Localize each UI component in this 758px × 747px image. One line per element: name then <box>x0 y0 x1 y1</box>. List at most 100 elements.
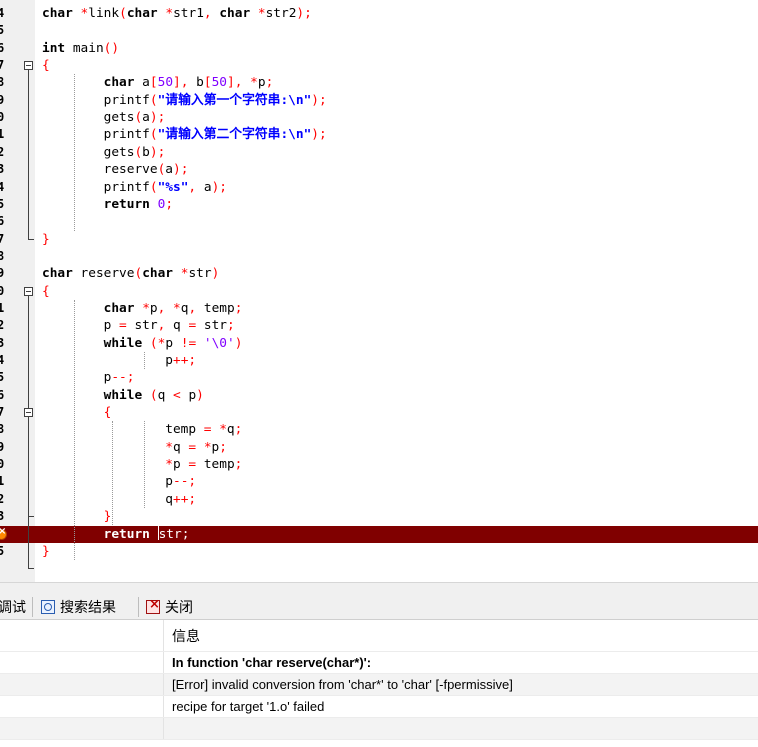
code-line[interactable]: 4 char *link(char *str1, char *str2); <box>0 5 758 22</box>
code-line[interactable]: 8 char a[50], b[50], *p; <box>0 74 758 91</box>
code-line[interactable]: 3 reserve(a); <box>0 161 758 178</box>
code-text: gets(b); <box>42 144 166 161</box>
code-token: ); <box>296 6 312 21</box>
error-marker-icon[interactable] <box>0 526 7 540</box>
tab-search-results[interactable]: 搜索结果 <box>41 594 116 619</box>
code-editor[interactable]: 4 char *link(char *str1, char *str2); 5 6 in… <box>0 0 758 582</box>
code-token: str <box>126 318 158 334</box>
code-text: *q = *p; <box>42 439 227 456</box>
code-line[interactable]: 5 p--; <box>0 369 758 386</box>
fold-toggle-icon[interactable] <box>24 286 33 296</box>
code-line[interactable]: 9 printf("请输入第一个字符串:\n"); <box>0 92 758 109</box>
code-line[interactable]: 5 <box>0 22 758 39</box>
code-token: char <box>42 6 73 21</box>
code-token: ); <box>311 127 327 143</box>
code-text: { <box>42 57 50 74</box>
code-line[interactable]: 5 return 0; <box>0 196 758 213</box>
code-text: } <box>42 508 112 525</box>
code-text: return 0; <box>42 196 173 213</box>
code-line[interactable]: 8 <box>0 248 758 265</box>
tab-close[interactable]: 关闭 <box>146 594 193 619</box>
code-token: { <box>42 58 50 74</box>
code-line[interactable]: 4 p++; <box>0 352 758 369</box>
code-token: ( <box>119 6 127 21</box>
code-token: ; <box>234 457 243 473</box>
code-line[interactable]: 3 while (*p != '\0') <box>0 335 758 352</box>
error-highlighted-line[interactable]: return str; <box>0 525 758 543</box>
code-text: temp = *q; <box>42 421 242 438</box>
code-text: int main() <box>42 40 119 57</box>
message-text: [Error] invalid conversion from 'char*' … <box>172 677 513 692</box>
code-line[interactable]: 0 gets(a); <box>0 109 758 126</box>
code-line[interactable]: 7 { <box>0 404 758 421</box>
code-line[interactable]: 9 *q = *p; <box>0 439 758 456</box>
message-row-left-cell <box>0 718 164 739</box>
code-token: char <box>219 6 251 21</box>
code-token: ) <box>234 335 243 351</box>
message-row[interactable] <box>0 718 758 740</box>
line-number: 3 <box>0 335 5 350</box>
panel-splitter[interactable] <box>0 582 758 594</box>
code-token: ++; <box>172 353 197 368</box>
code-line[interactable]: 7{ <box>0 57 758 74</box>
code-line[interactable]: 3 } <box>0 508 758 525</box>
line-number: 9 <box>0 266 5 281</box>
code-text: char *link(char *str1, char *str2); <box>42 5 312 22</box>
code-token: q <box>173 439 189 455</box>
code-line[interactable]: 1 char *p, *q, temp; <box>0 300 758 317</box>
code-token: q <box>226 422 235 438</box>
message-row[interactable]: recipe for target '1.o' failed <box>0 696 758 718</box>
code-token: * <box>165 439 173 455</box>
code-line[interactable]: 2 p = str, q = str; <box>0 317 758 334</box>
code-token: < <box>173 387 181 403</box>
code-line[interactable]: 2 gets(b); <box>0 144 758 161</box>
code-token: ; <box>219 439 227 455</box>
code-line[interactable]: 7} <box>0 231 758 248</box>
line-number: 4 <box>0 179 5 194</box>
tab-debug[interactable]: 调试 <box>0 594 26 619</box>
indent-guide <box>74 299 75 561</box>
messages-header-info: 信息 <box>172 629 200 645</box>
code-line[interactable]: 9 char reserve(char *str) <box>0 265 758 282</box>
code-line[interactable]: 8 temp = *q; <box>0 421 758 438</box>
code-line[interactable]: 5} <box>0 543 758 560</box>
indent-guide <box>112 421 113 526</box>
message-row[interactable]: [Error] invalid conversion from 'char*' … <box>0 674 758 696</box>
code-line[interactable]: 0{ <box>0 283 758 300</box>
code-line[interactable]: 6 int main() <box>0 40 758 57</box>
code-token: ; <box>226 318 235 334</box>
line-number: 8 <box>0 75 5 90</box>
indent-guide <box>74 74 75 231</box>
code-token: ); <box>149 110 166 126</box>
code-token: ); <box>211 179 227 195</box>
code-text: char reserve(char *str) <box>42 265 219 282</box>
code-line[interactable]: 1 printf("请输入第二个字符串:\n"); <box>0 126 758 143</box>
message-row[interactable]: In function 'char reserve(char*)': <box>0 652 758 674</box>
code-line[interactable]: 1 p--; <box>0 473 758 490</box>
code-line[interactable]: 0 *p = temp; <box>0 456 758 473</box>
line-number: 7 <box>0 58 5 73</box>
code-token: ( <box>134 144 143 160</box>
compiler-messages-list[interactable]: 信息 In function 'char reserve(char*)': [E… <box>0 620 758 747</box>
code-line[interactable]: 2 q++; <box>0 491 758 508</box>
code-token: return <box>103 526 150 542</box>
fold-toggle-icon[interactable] <box>24 408 33 418</box>
code-text: } <box>42 543 50 560</box>
code-line[interactable]: 4 printf("%s", a); <box>0 179 758 196</box>
code-line[interactable]: 6 <box>0 213 758 230</box>
code-token: p <box>180 387 197 403</box>
indent-guide <box>144 421 145 509</box>
code-line[interactable]: 6 while (q < p) <box>0 387 758 404</box>
code-text: *p = temp; <box>42 456 242 473</box>
tab-search-results-label: 搜索结果 <box>60 599 116 616</box>
bottom-panel-tabs: 调试 搜索结果 关闭 <box>0 594 758 620</box>
fold-toggle-icon[interactable] <box>24 61 33 71</box>
line-number: 1 <box>0 127 5 142</box>
